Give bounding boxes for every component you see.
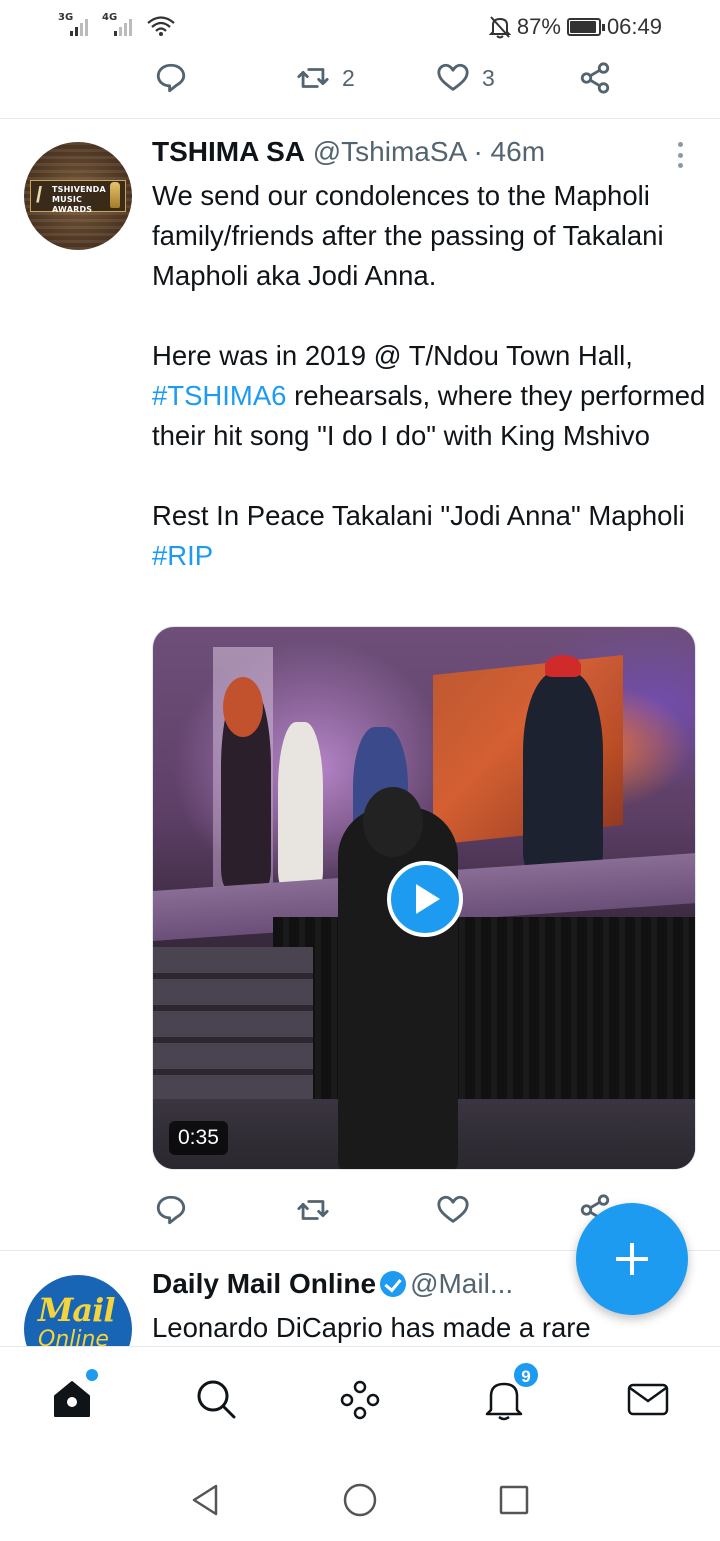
play-button[interactable] — [387, 861, 463, 937]
heart-icon — [437, 63, 469, 91]
signal-4g-icon: 4G — [102, 12, 136, 38]
recents-square-icon — [499, 1485, 529, 1515]
reply-icon — [156, 1195, 186, 1225]
spaces-icon — [340, 1380, 380, 1420]
status-bar: 3G 4G 87% 06:49 — [0, 0, 720, 56]
battery-icon — [566, 18, 605, 36]
share-icon — [580, 62, 610, 94]
reply-button[interactable] — [154, 1186, 188, 1234]
nav-home[interactable] — [46, 1369, 98, 1425]
more-options-icon[interactable] — [672, 140, 688, 170]
nav-messages[interactable] — [622, 1373, 674, 1425]
tweet-text: We send our condolences to the Mapholi f… — [152, 176, 708, 576]
avatar-logo-text: TSHIVENDA MUSIC AWARDS — [52, 185, 106, 214]
reply-icon — [156, 63, 186, 93]
search-icon — [197, 1380, 236, 1419]
share-button[interactable] — [578, 54, 612, 102]
video-duration: 0:35 — [169, 1121, 228, 1155]
tweet-paragraph-1: We send our condolences to the Mapholi f… — [152, 180, 664, 291]
bottom-nav: 9 — [0, 1346, 720, 1458]
like-count: 3 — [482, 64, 495, 91]
retweet-button[interactable] — [296, 1186, 330, 1234]
back-triangle-icon — [192, 1484, 218, 1516]
new-content-dot — [86, 1369, 98, 1381]
heart-icon — [437, 1195, 469, 1223]
signal-3g-icon: 3G — [58, 12, 92, 38]
home-system-button[interactable] — [340, 1480, 380, 1520]
video-player[interactable]: 0:35 — [152, 626, 696, 1170]
retweet-count: 2 — [342, 64, 355, 91]
like-button[interactable]: 3 — [436, 54, 495, 102]
divider — [0, 118, 720, 119]
back-button[interactable] — [186, 1480, 226, 1520]
battery-percent: 87% — [516, 14, 561, 39]
tweet-time: · 46m — [473, 136, 546, 167]
like-button[interactable] — [436, 1186, 470, 1234]
mail-icon — [627, 1383, 669, 1416]
reply-button[interactable] — [154, 54, 188, 102]
wifi-icon — [147, 16, 175, 36]
tweet-paragraph-3: Rest In Peace Takalani "Jodi Anna" Mapho… — [152, 500, 685, 571]
tweet-paragraph-2: Here was in 2019 @ T/Ndou Town Hall, #TS… — [152, 340, 706, 451]
clock: 06:49 — [606, 14, 662, 39]
logo-mark: / — [36, 182, 43, 207]
compose-tweet-button[interactable] — [576, 1203, 688, 1315]
verified-badge-icon — [380, 1271, 407, 1297]
retweet-icon — [297, 68, 329, 88]
avatar-logo-text: Mail — [38, 1291, 115, 1329]
retweet-icon — [297, 1200, 329, 1220]
hashtag-link[interactable]: #RIP — [152, 540, 213, 571]
next-author-handle[interactable]: @Mail... — [410, 1268, 513, 1299]
retweet-button[interactable]: 2 — [296, 54, 355, 102]
tweet-header: TSHIMA SA @TshimaSA · 46m — [152, 136, 545, 168]
nav-notifications[interactable]: 9 — [478, 1361, 540, 1425]
author-name[interactable]: TSHIMA SA — [152, 136, 305, 167]
nav-search[interactable] — [190, 1373, 242, 1425]
next-author-name[interactable]: Daily Mail Online — [152, 1268, 376, 1299]
recents-button[interactable] — [494, 1480, 534, 1520]
prev-tweet-actions: 2 3 — [0, 54, 720, 102]
author-avatar[interactable]: / TSHIVENDA MUSIC AWARDS — [24, 142, 132, 250]
author-handle[interactable]: @TshimaSA — [313, 136, 466, 167]
plus-icon — [616, 1243, 648, 1275]
mute-bell-icon — [488, 16, 511, 39]
next-tweet-header: Daily Mail Online @Mail... — [152, 1268, 513, 1300]
home-circle-icon — [343, 1483, 377, 1517]
system-nav — [0, 1458, 720, 1541]
home-icon — [54, 1381, 90, 1417]
trophy-icon — [110, 182, 120, 208]
hashtag-link[interactable]: #TSHIMA6 — [152, 380, 286, 411]
play-icon — [416, 884, 440, 914]
notifications-badge: 9 — [512, 1361, 540, 1389]
nav-spaces[interactable] — [334, 1373, 386, 1425]
